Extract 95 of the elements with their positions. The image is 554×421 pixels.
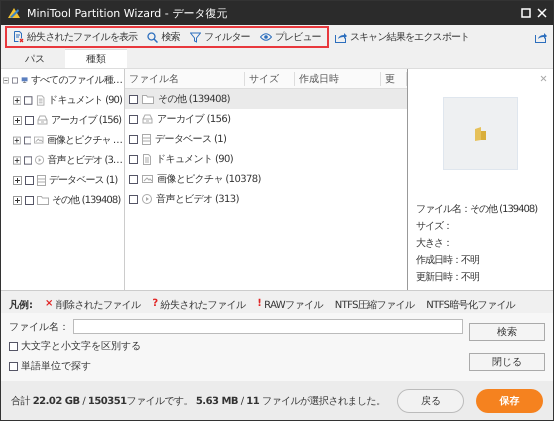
tab[interactable]: 種類 [65, 49, 127, 68]
expand-icon[interactable] [13, 176, 22, 184]
play-icon [142, 194, 152, 204]
file-info: ファイル名：その他 (139408) [416, 203, 538, 216]
table-row[interactable]: その他 (139408) [125, 89, 407, 109]
file-error-icon [13, 31, 24, 43]
play-icon [35, 155, 45, 165]
legend-title: 凡例: [9, 298, 33, 312]
tab[interactable]: パス [5, 49, 65, 68]
file-name: その他 (139408) [158, 93, 230, 106]
app-logo-icon [7, 6, 21, 20]
checkbox[interactable] [129, 194, 138, 204]
expand-icon[interactable] [13, 136, 21, 144]
checkbox[interactable] [129, 114, 138, 124]
database-icon [142, 134, 151, 144]
document-icon [142, 154, 152, 164]
image-icon [34, 135, 44, 145]
share-button[interactable] [533, 32, 549, 42]
file-name: アーカイブ (156) [157, 112, 230, 126]
expand-icon[interactable] [13, 116, 22, 124]
window-title: MiniTool Partition Wizard - データ復元 [27, 6, 228, 20]
checkbox[interactable] [24, 156, 32, 164]
filter-icon [190, 32, 201, 42]
checkbox[interactable] [129, 134, 138, 144]
checkbox[interactable] [9, 362, 18, 370]
file-name: 音声とビデオ (313) [156, 192, 239, 206]
maximize-icon[interactable] [521, 8, 531, 18]
checkbox[interactable] [129, 154, 138, 164]
tree-item[interactable]: すべてのファイル種… [30, 73, 122, 87]
toolbar-button[interactable]: フィルター [188, 30, 252, 44]
checkbox-label: 単語単位で探す [21, 360, 91, 373]
toolbar-button[interactable]: スキャン結果をエクスポート [332, 30, 472, 44]
folder-icon [472, 126, 488, 142]
column-header[interactable]: 作成日時 [295, 72, 381, 86]
table-row[interactable]: ドキュメント (90) [125, 149, 407, 169]
back-button[interactable]: 戻る [397, 388, 464, 412]
checkbox-label: 大文字と小文字を区別する [21, 340, 141, 353]
export-icon [334, 32, 347, 42]
file-name: ドキュメント (90) [156, 153, 234, 166]
tree-item[interactable]: アーカイブ (156) [51, 113, 122, 127]
column-header[interactable]: サイズ [245, 72, 295, 86]
toolbar-button[interactable]: 紛失されたファイルを表示 [11, 30, 140, 44]
column-header[interactable]: 更 [381, 72, 407, 86]
checkbox[interactable] [25, 116, 34, 124]
image-icon [142, 174, 153, 184]
legend-item: NTFS暗号化ファイル [426, 298, 516, 312]
checkbox[interactable] [9, 342, 18, 350]
checkbox[interactable] [129, 174, 138, 184]
archive-icon [142, 114, 153, 124]
expand-icon[interactable] [13, 196, 22, 204]
expand-icon[interactable] [13, 156, 22, 164]
checkbox[interactable] [24, 96, 33, 104]
field-label: ファイル名： [9, 320, 69, 334]
legend-item: ! RAWファイル [257, 298, 323, 312]
checkbox[interactable] [24, 136, 32, 144]
file-name: データベース (1) [155, 133, 226, 146]
toolbar-button[interactable]: プレビュー [258, 30, 323, 44]
table-row[interactable]: アーカイブ (156) [125, 109, 407, 129]
file-info: 作成日時：不明 [416, 254, 480, 267]
checkbox[interactable] [129, 94, 138, 104]
file-info: サイズ： [416, 220, 453, 233]
legend-item: NTFS圧縮ファイル [334, 298, 414, 312]
file-name: 画像とピクチャ (10378) [157, 173, 261, 186]
table-row[interactable]: 画像とピクチャ (10378) [125, 169, 407, 189]
folder-icon [142, 94, 154, 104]
file-info: 更新日時：不明 [416, 270, 480, 284]
dialog-button[interactable]: 閉じる [469, 353, 545, 371]
tree-item[interactable]: 画像とピクチャ … [46, 133, 122, 147]
dialog-button[interactable]: 検索 [469, 323, 545, 341]
monitor-icon [20, 75, 28, 85]
export-icon [535, 32, 547, 42]
search-icon [147, 32, 158, 42]
tree-item[interactable]: データベース (1) [49, 173, 118, 187]
column-header[interactable]: ファイル名 [125, 72, 245, 86]
file-info: 大きさ： [416, 236, 453, 250]
archive-icon [37, 115, 48, 125]
tree-item[interactable]: 音声とビデオ (3… [48, 153, 122, 167]
checkbox[interactable] [25, 196, 34, 204]
legend-item: × 削除されたファイル [45, 298, 140, 312]
table-row[interactable]: 音声とビデオ (313) [125, 189, 407, 209]
collapse-icon[interactable] [3, 76, 9, 84]
expand-icon[interactable] [13, 96, 22, 104]
eye-icon [260, 33, 272, 41]
checkbox[interactable] [25, 176, 34, 184]
folder-icon [37, 195, 49, 205]
toolbar-button[interactable]: 検索 [145, 30, 182, 44]
selection-summary: 合計 22.02 GB / 150351ファイルです。 5.63 MB / 11 ファイルが選択されました。 [11, 394, 386, 408]
document-icon [36, 94, 46, 106]
database-icon [37, 174, 46, 186]
tree-item[interactable]: ドキュメント (90) [48, 93, 122, 107]
checkbox[interactable] [12, 76, 18, 84]
filename-field[interactable] [73, 319, 463, 334]
table-row[interactable]: データベース (1) [125, 129, 407, 149]
tree-item[interactable]: その他 (139408) [52, 193, 120, 207]
legend-item: ? 紛失されたファイル [152, 298, 246, 312]
